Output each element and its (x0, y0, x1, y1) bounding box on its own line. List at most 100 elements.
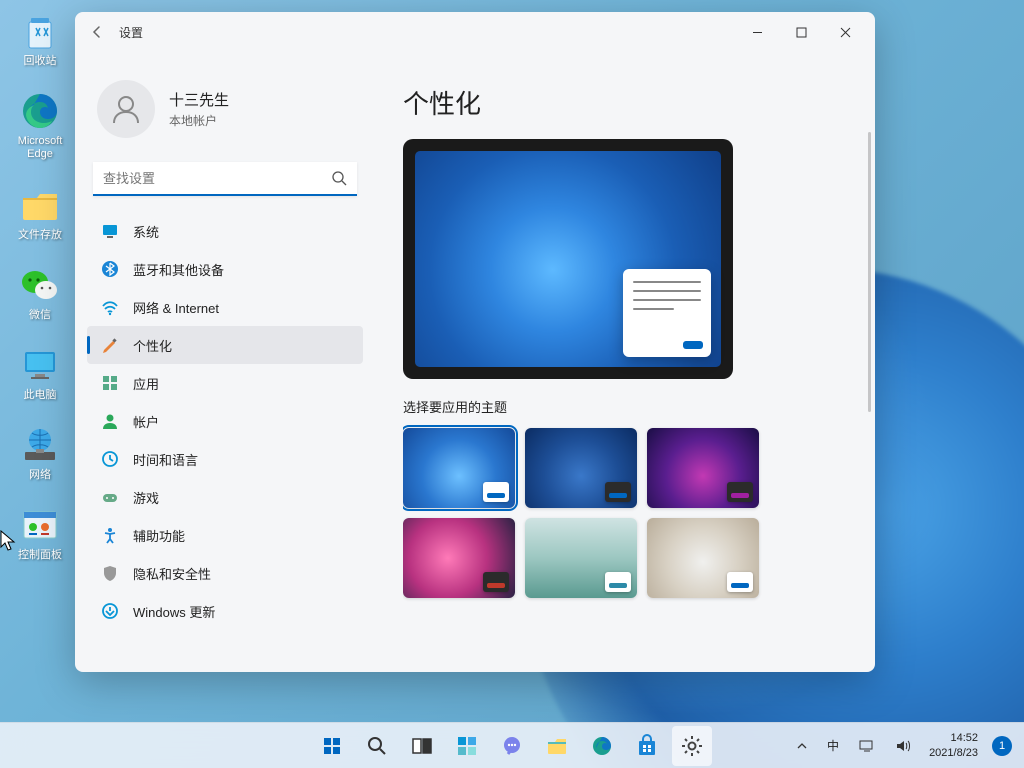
bluetooth-icon (101, 260, 119, 278)
clock-date: 2021/8/23 (929, 746, 978, 761)
back-button[interactable] (83, 18, 111, 46)
sidebar: 十三先生 本地帐户 系统蓝牙和其他设备网络 & Internet 个性化应用帐户时… (75, 52, 375, 672)
theme-chip (605, 482, 631, 502)
nav-item-apps[interactable]: 应用 (87, 364, 363, 402)
avatar-icon (97, 80, 155, 138)
personalize-icon (101, 336, 119, 354)
taskbar-center (312, 726, 712, 766)
desktop-icon-control-panel[interactable]: 控制面板 (4, 502, 76, 564)
nav-item-update[interactable]: Windows 更新 (87, 592, 363, 630)
taskbar-search[interactable] (357, 726, 397, 766)
theme-flow[interactable] (403, 518, 515, 598)
nav-list: 系统蓝牙和其他设备网络 & Internet 个性化应用帐户时间和语言游戏辅助功能… (87, 212, 363, 660)
scrollbar[interactable] (868, 132, 871, 412)
this-pc-icon (19, 344, 61, 386)
control-panel-icon (19, 504, 61, 546)
nav-item-system[interactable]: 系统 (87, 212, 363, 250)
desktop-icon-network[interactable]: 网络 (4, 422, 76, 484)
settings-window: 设置 十三先生 本地帐户 系统蓝牙和其他设备网络 & Internet 个性化应用… (75, 12, 875, 672)
tray-network-icon[interactable] (849, 726, 885, 766)
desktop-preview[interactable] (403, 139, 733, 379)
nav-item-label: 应用 (133, 374, 159, 393)
nav-item-gaming[interactable]: 游戏 (87, 478, 363, 516)
theme-glow[interactable] (647, 428, 759, 508)
minimize-button[interactable] (735, 17, 779, 47)
desktop-icon-label: Microsoft Edge (6, 135, 74, 161)
theme-dark-bloom[interactable] (525, 428, 637, 508)
taskbar-file-explorer[interactable] (537, 726, 577, 766)
taskbar: 中 14:52 2021/8/23 1 (0, 722, 1024, 768)
desktop-icons: 回收站 Microsoft Edge 文件存放 微信 此电脑 网络 控制面板 (0, 0, 80, 573)
recycle-bin-icon (19, 10, 61, 52)
desktop-icon-label: 文件存放 (18, 229, 62, 242)
nav-item-label: 系统 (133, 222, 159, 241)
theme-chip (727, 482, 753, 502)
theme-section-title: 选择要应用的主题 (403, 397, 849, 416)
theme-sunrise[interactable] (647, 518, 759, 598)
nav-item-bluetooth[interactable]: 蓝牙和其他设备 (87, 250, 363, 288)
taskbar-chat[interactable] (492, 726, 532, 766)
tray-volume-icon[interactable] (885, 726, 921, 766)
taskbar-clock[interactable]: 14:52 2021/8/23 (921, 731, 986, 761)
nav-item-label: 帐户 (133, 412, 159, 431)
desktop-icon-edge[interactable]: Microsoft Edge (4, 88, 76, 163)
taskbar-store[interactable] (627, 726, 667, 766)
maximize-button[interactable] (779, 17, 823, 47)
close-button[interactable] (823, 17, 867, 47)
nav-item-label: 时间和语言 (133, 450, 198, 469)
theme-captured-motion[interactable] (525, 518, 637, 598)
privacy-icon (101, 564, 119, 582)
search-box (93, 162, 357, 196)
theme-light-bloom[interactable] (403, 428, 515, 508)
nav-item-account[interactable]: 帐户 (87, 402, 363, 440)
titlebar: 设置 (75, 12, 875, 52)
desktop-icon-label: 网络 (29, 469, 51, 482)
user-name: 十三先生 (169, 89, 229, 110)
window-preview (623, 269, 711, 357)
taskbar-start[interactable] (312, 726, 352, 766)
tray-chevron[interactable] (787, 726, 817, 766)
notification-badge[interactable]: 1 (992, 736, 1012, 756)
taskbar-edge[interactable] (582, 726, 622, 766)
theme-grid (403, 428, 849, 598)
apps-icon (101, 374, 119, 392)
network-icon (101, 298, 119, 316)
update-icon (101, 602, 119, 620)
nav-item-label: Windows 更新 (133, 602, 215, 621)
nav-item-privacy[interactable]: 隐私和安全性 (87, 554, 363, 592)
page-heading: 个性化 (403, 84, 863, 121)
desktop-icon-recycle-bin[interactable]: 回收站 (4, 8, 76, 70)
main-content: 个性化 选择要应用的主题 (375, 52, 875, 672)
nav-item-label: 辅助功能 (133, 526, 185, 545)
nav-item-label: 个性化 (133, 336, 172, 355)
time-icon (101, 450, 119, 468)
wechat-icon (19, 264, 61, 306)
nav-item-label: 游戏 (133, 488, 159, 507)
folder-icon (19, 184, 61, 226)
gaming-icon (101, 488, 119, 506)
desktop-icon-wechat[interactable]: 微信 (4, 262, 76, 324)
account-icon (101, 412, 119, 430)
tray-ime[interactable]: 中 (817, 726, 849, 766)
accessibility-icon (101, 526, 119, 544)
taskbar-widgets[interactable] (447, 726, 487, 766)
taskbar-settings[interactable] (672, 726, 712, 766)
theme-chip (483, 572, 509, 592)
taskbar-task-view[interactable] (402, 726, 442, 766)
clock-time: 14:52 (950, 731, 978, 746)
desktop-icon-label: 控制面板 (18, 549, 62, 562)
desktop-icon-this-pc[interactable]: 此电脑 (4, 342, 76, 404)
nav-item-network[interactable]: 网络 & Internet (87, 288, 363, 326)
search-input[interactable] (93, 162, 357, 196)
nav-item-accessibility[interactable]: 辅助功能 (87, 516, 363, 554)
nav-item-personalize[interactable]: 个性化 (87, 326, 363, 364)
desktop-icon-label: 微信 (29, 309, 51, 322)
window-title: 设置 (119, 24, 143, 41)
desktop-icon-file-storage[interactable]: 文件存放 (4, 182, 76, 244)
network-icon (19, 424, 61, 466)
theme-chip (483, 482, 509, 502)
nav-item-time[interactable]: 时间和语言 (87, 440, 363, 478)
nav-item-label: 网络 & Internet (133, 298, 219, 317)
system-icon (101, 222, 119, 240)
user-panel[interactable]: 十三先生 本地帐户 (87, 52, 363, 158)
